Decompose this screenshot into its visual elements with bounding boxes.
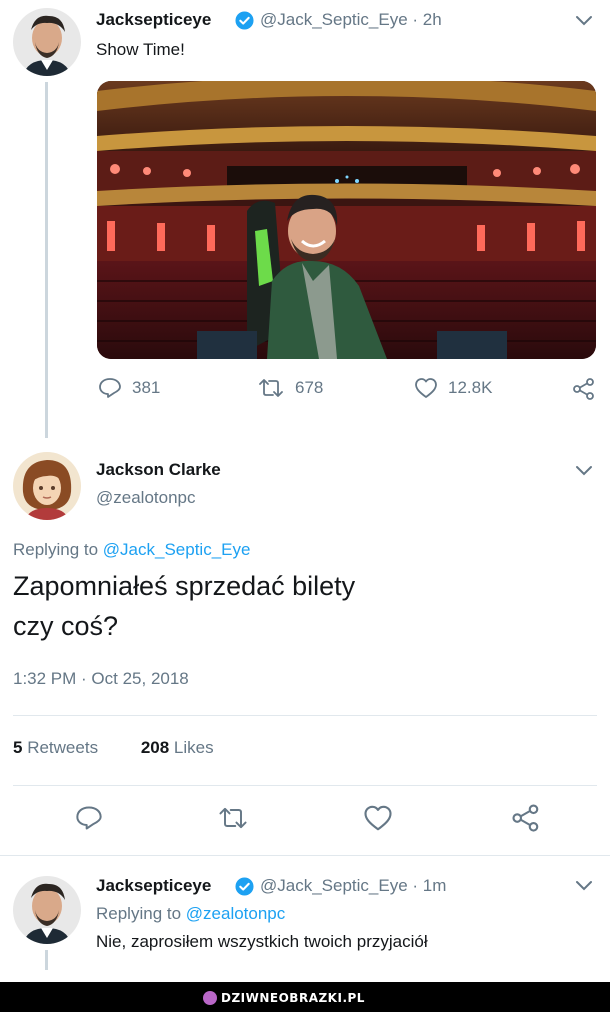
tweet-text: Nie, zaprosiłem wszystkich twoich przyja… [96, 932, 428, 951]
replying-prefix: Replying to [13, 540, 103, 559]
author-name[interactable]: Jacksepticeye [96, 876, 211, 896]
thread-line [45, 950, 48, 970]
divider [13, 715, 597, 716]
mention-link[interactable]: @zealotonpc [186, 904, 286, 923]
replying-to: Replying to @Jack_Septic_Eye [13, 540, 250, 560]
tweet-age: · 1m [412, 876, 447, 895]
tweet-text: Show Time! [96, 40, 185, 59]
like-count: 12.8K [448, 378, 493, 397]
avatar-jackson-clarke[interactable] [13, 452, 81, 520]
watermark-text: DZIWNEOBRAZKI.PL [221, 991, 365, 1005]
reply-count: 381 [132, 378, 161, 397]
author-handle[interactable]: @Jack_Septic_Eye · 1m [260, 876, 446, 896]
replying-to: Replying to @zealotonpc [96, 904, 285, 924]
reply-button[interactable]: 381 [98, 377, 160, 399]
likes-number: 208 [140, 738, 170, 757]
retweet-icon [259, 379, 283, 397]
handle-text: @Jack_Septic_Eye [260, 10, 408, 29]
retweet-count: 678 [295, 378, 324, 397]
handle-text: @Jack_Septic_Eye [260, 876, 408, 895]
chevron-down-icon[interactable] [575, 880, 593, 892]
tweet-text-line: czy coś? [13, 611, 119, 641]
tweet-timestamp[interactable]: 1:32 PM · Oct 25, 2018 [13, 669, 189, 689]
retweets-label: Retweets [27, 738, 99, 757]
retweets-stat[interactable]: 5 Retweets [13, 738, 98, 757]
author-name[interactable]: Jacksepticeye [96, 10, 211, 30]
tweet-age: · 2h [412, 10, 442, 29]
reply-icon [99, 378, 121, 398]
reply-icon[interactable] [75, 804, 103, 832]
tweet-text: Zapomniałeś sprzedać bilety czy coś? [13, 566, 553, 646]
likes-stat[interactable]: 208 Likes [141, 738, 214, 757]
engagement-counts: 5 Retweets 208 Likes [13, 738, 214, 758]
tweet-text-line: Zapomniałeś sprzedać bilety [13, 571, 356, 601]
author-handle[interactable]: @Jack_Septic_Eye · 2h [260, 10, 442, 30]
retweet-icon[interactable] [217, 804, 249, 832]
watermark: DZIWNEOBRAZKI.PL [203, 990, 365, 1006]
heart-icon[interactable] [363, 804, 393, 832]
verified-badge-icon [235, 877, 254, 896]
share-icon[interactable] [572, 378, 596, 400]
likes-label: Likes [173, 738, 214, 757]
avatar-jacksepticeye[interactable] [13, 876, 81, 944]
author-handle[interactable]: @zealotonpc [96, 488, 196, 508]
chevron-down-icon[interactable] [575, 465, 593, 477]
heart-icon [415, 378, 437, 398]
replying-prefix: Replying to [96, 904, 186, 923]
watermark-bar: DZIWNEOBRAZKI.PL [0, 982, 610, 1012]
thread-line [45, 82, 48, 438]
chevron-down-icon[interactable] [575, 15, 593, 27]
divider [13, 785, 597, 786]
divider [0, 855, 610, 856]
author-name[interactable]: Jackson Clarke [96, 460, 221, 480]
retweets-number: 5 [13, 738, 23, 757]
watermark-logo-icon [203, 991, 217, 1005]
mention-link[interactable]: @Jack_Septic_Eye [103, 540, 251, 559]
tweet-photo[interactable] [97, 81, 596, 359]
share-icon[interactable] [511, 804, 541, 832]
like-button[interactable]: 12.8K [414, 377, 492, 399]
avatar-jacksepticeye[interactable] [13, 8, 81, 76]
verified-badge-icon [235, 11, 254, 30]
retweet-button[interactable]: 678 [257, 377, 323, 399]
